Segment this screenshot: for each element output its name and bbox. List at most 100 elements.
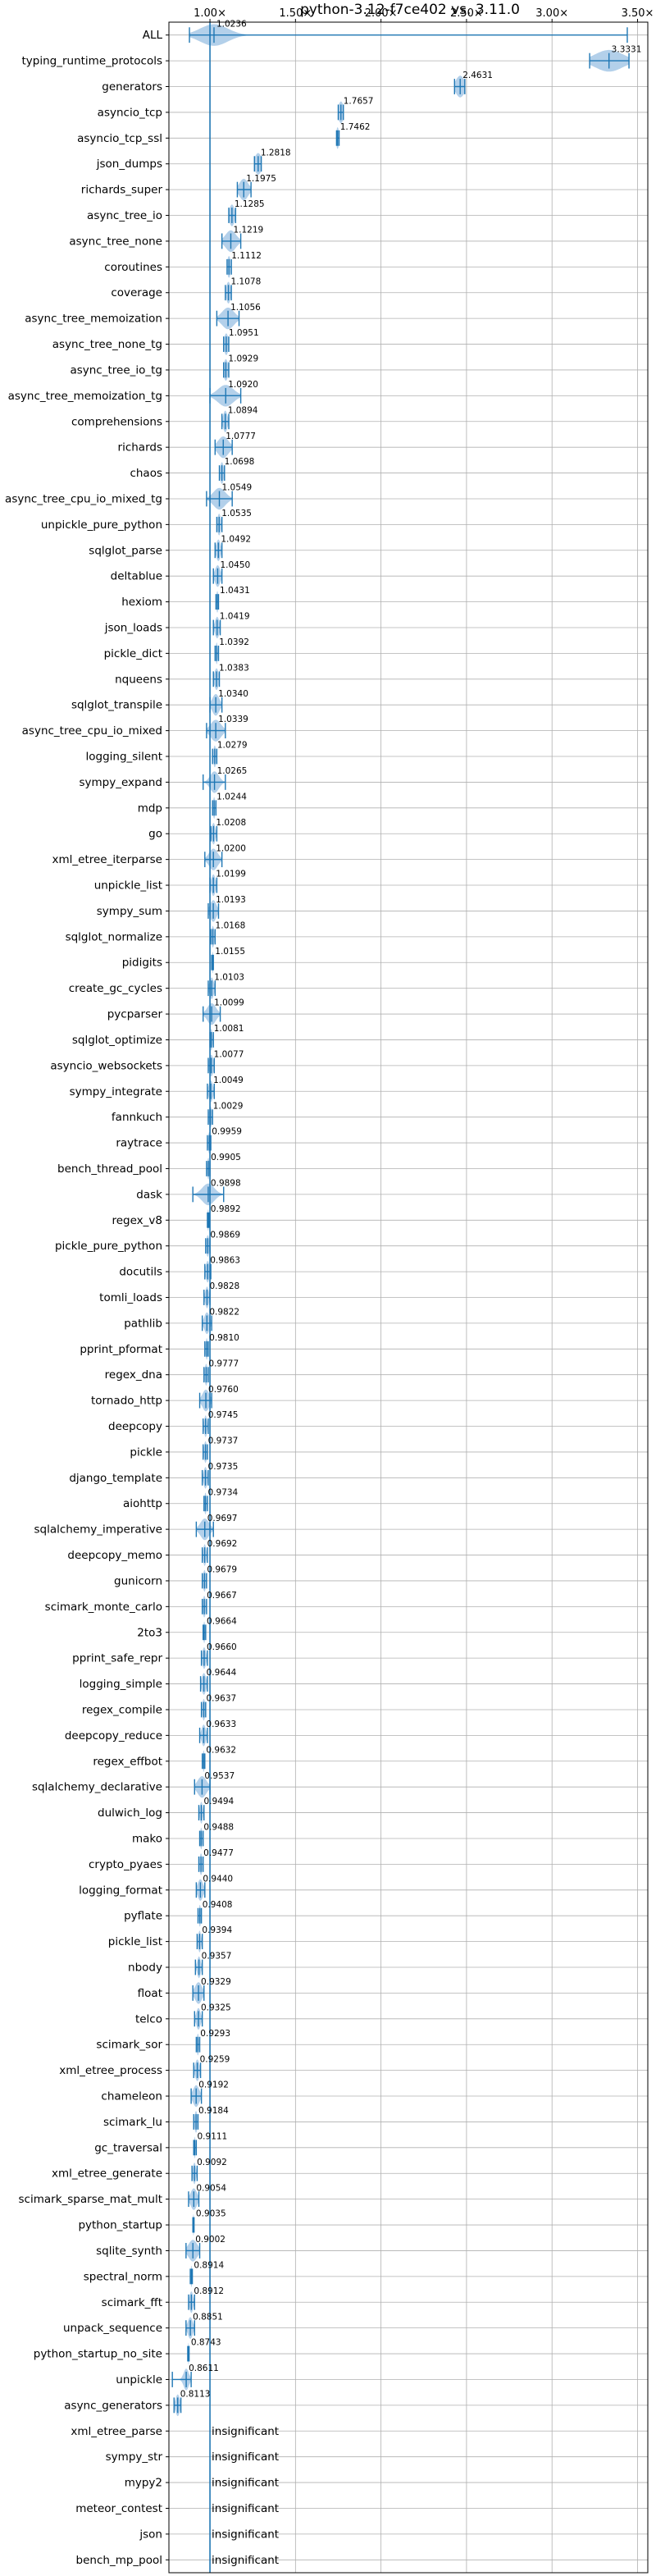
value-label: 0.9959 (212, 1127, 242, 1137)
y-tick-label: json_dumps (96, 158, 162, 171)
value-label: 0.9633 (206, 1720, 236, 1729)
y-tick-label: crypto_pyaes (89, 1858, 162, 1871)
value-label: 1.0492 (221, 534, 251, 544)
y-tick-label: django_template (69, 1472, 162, 1485)
value-label: 1.0431 (220, 586, 250, 596)
y-tick-label: scimark_sor (96, 2039, 162, 2052)
value-label: 0.9035 (196, 2209, 226, 2219)
y-tick-label: pickle_dict (104, 647, 162, 660)
y-tick-label: fannkuch (112, 1111, 162, 1124)
y-tick-label: comprehensions (71, 415, 162, 428)
value-label: 0.9737 (208, 1436, 239, 1446)
value-label: 0.9325 (201, 2003, 231, 2012)
value-label: 1.0698 (225, 457, 255, 467)
value-label: 1.0383 (219, 663, 249, 673)
value-label: 1.0199 (216, 870, 246, 879)
value-label: 0.8611 (189, 2364, 219, 2373)
value-label: 1.7657 (344, 97, 374, 107)
value-label: 0.8113 (180, 2390, 211, 2400)
x-tick-label: 1.50× (279, 7, 312, 20)
y-tick-label: pprint_safe_repr (72, 1652, 162, 1665)
value-label: 0.9905 (211, 1153, 241, 1162)
value-labels: 1.0236 3.3331 2.4631 1.7657 1.7462 1.2818 1.19… (180, 19, 642, 2566)
value-label: 0.9488 (203, 1823, 234, 1833)
y-tick-label: scimark_sparse_mat_mult (19, 2193, 162, 2206)
y-tick-label: sympy_integrate (70, 1085, 162, 1098)
y-tick-label: dulwich_log (98, 1806, 162, 1820)
y-tick-label: sympy_expand (79, 776, 162, 789)
y-tick-label: xml_etree_parse (71, 2425, 162, 2438)
value-label: 1.0029 (213, 1101, 244, 1111)
y-tick-label: regex_v8 (112, 1214, 162, 1227)
y-tick-label: sqlite_synth (96, 2245, 162, 2258)
value-label: 1.1219 (233, 226, 263, 235)
y-tick-label: float (138, 1987, 162, 2000)
y-tick-label: xml_etree_process (59, 2064, 162, 2077)
value-label: 1.0049 (213, 1076, 244, 1085)
value-label: 0.9697 (207, 1514, 238, 1523)
x-tick-label: 2.50× (450, 7, 483, 20)
value-label: 1.1078 (231, 276, 262, 286)
y-tick-label: async_tree_none_tg (52, 338, 162, 351)
y-tick-label: sqlglot_transpile (71, 699, 162, 712)
y-tick-label: chameleon (101, 2090, 162, 2103)
value-label: 0.9054 (196, 2183, 226, 2193)
value-label: 0.9667 (207, 1591, 237, 1601)
y-tick-label: go (148, 828, 162, 841)
value-label: 1.0236 (216, 19, 247, 29)
y-tick-label: pidigits (122, 957, 162, 970)
value-label: 0.9408 (203, 1900, 233, 1910)
insignificant-label: insignificant (212, 2477, 279, 2490)
value-label: 0.8743 (191, 2338, 221, 2348)
value-label: 1.0208 (216, 818, 246, 828)
y-tick-label: pathlib (124, 1317, 162, 1330)
value-label: 0.8851 (193, 2312, 223, 2322)
y-tick-label: scimark_fft (102, 2296, 162, 2309)
y-tick-label: sqlglot_parse (89, 544, 162, 557)
y-tick-label: unpickle_pure_python (41, 518, 162, 532)
value-label: 1.0929 (228, 354, 258, 364)
y-tick-label: xml_etree_generate (52, 2167, 162, 2181)
y-tick-label: create_gc_cycles (69, 982, 162, 995)
y-tick-label: async_tree_memoization_tg (8, 390, 162, 403)
y-tick-label: mako (132, 1832, 162, 1845)
insignificant-label: insignificant (212, 2554, 279, 2567)
value-label: 0.9637 (206, 1694, 236, 1704)
value-label: 0.9660 (207, 1642, 237, 1652)
y-tick-label: chaos (130, 467, 162, 480)
insignificant-label: insignificant (212, 2450, 279, 2464)
value-label: 0.9745 (208, 1410, 239, 1420)
value-label: 0.9828 (209, 1281, 239, 1291)
value-label: 0.8914 (194, 2260, 224, 2270)
y-tick-label: telco (135, 2012, 162, 2026)
value-label: 0.9664 (207, 1616, 237, 1626)
y-tick-label: richards_super (81, 184, 163, 197)
value-label: 0.9394 (202, 1925, 232, 1935)
y-tick-label: pycparser (107, 1008, 163, 1021)
y-tick-label: pprint_pformat (80, 1343, 162, 1356)
y-tick-label: gunicorn (114, 1574, 162, 1587)
value-label: 1.0244 (216, 792, 247, 802)
value-label: 0.9192 (198, 2080, 229, 2090)
x-tick-label: 3.50× (622, 7, 654, 20)
value-label: 0.9184 (198, 2106, 229, 2116)
y-tick-label: sqlalchemy_declarative (32, 1781, 162, 1794)
value-label: 0.9863 (210, 1256, 240, 1266)
grid-lines (169, 22, 648, 2573)
value-label: 0.9111 (198, 2131, 228, 2141)
y-tick-label: deepcopy_memo (67, 1549, 162, 1562)
value-label: 1.0920 (228, 380, 258, 390)
value-label: 1.0077 (214, 1050, 244, 1060)
value-label: 0.9777 (208, 1359, 239, 1368)
value-label: 0.8912 (194, 2286, 224, 2296)
y-tick-label: spectral_norm (84, 2270, 162, 2283)
y-tick-label: aiohttp (123, 1497, 162, 1510)
x-tick-label: 3.00× (535, 7, 568, 20)
y-tick-label: async_tree_cpu_io_mixed (22, 724, 162, 738)
y-tick-label: json_loads (104, 621, 162, 634)
y-tick-label: dask (136, 1188, 162, 1201)
value-label: 1.0103 (214, 972, 244, 982)
y-tick-label: docutils (119, 1266, 162, 1279)
y-tick-label: pickle_pure_python (55, 1240, 162, 1253)
value-label: 1.0419 (220, 612, 250, 622)
